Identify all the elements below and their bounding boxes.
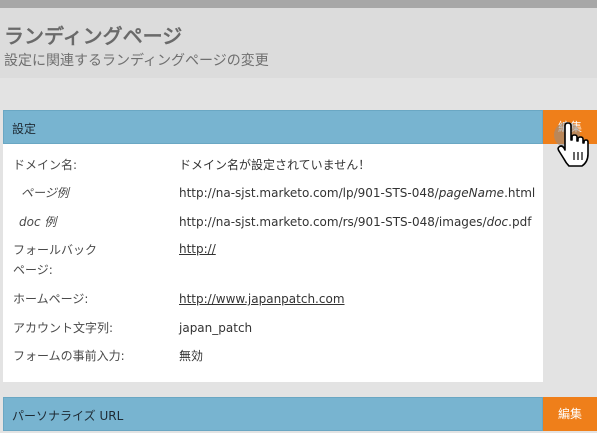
personalize-section-title: パーソナライズ URL xyxy=(12,409,124,423)
form-prefill-label: フォームの事前入力: xyxy=(13,349,125,363)
settings-section-title: 設定 xyxy=(12,122,37,136)
account-string-value: japan_patch xyxy=(179,321,253,335)
top-bar xyxy=(0,0,597,8)
fallback-label: フォールバック ページ: xyxy=(13,243,98,277)
doc-example-label: doc 例 xyxy=(19,215,57,229)
page-example-label: ページ例 xyxy=(21,186,69,200)
settings-section-header: 設定 xyxy=(3,110,543,144)
domain-label: ドメイン名: xyxy=(13,158,78,172)
settings-panel: ドメイン名: ドメイン名が設定されていません！ ページ例 http://na-s… xyxy=(3,144,543,382)
homepage-value[interactable]: http://www.japanpatch.com xyxy=(179,290,345,308)
settings-edit-button[interactable]: 編集 xyxy=(543,110,597,144)
homepage-link[interactable]: http://www.japanpatch.com xyxy=(179,292,345,306)
form-prefill-value: 無効 xyxy=(179,349,204,363)
account-string-label: アカウント文字列: xyxy=(13,321,114,335)
fallback-link[interactable]: http:// xyxy=(179,242,216,256)
page-header: ランディングページ 設定に関連するランディングページの変更 xyxy=(0,8,597,78)
personalize-section-header: パーソナライズ URL xyxy=(3,397,543,431)
doc-example-value: http://na-sjst.marketo.com/rs/901-STS-04… xyxy=(179,215,532,229)
page-example-value: http://na-sjst.marketo.com/lp/901-STS-04… xyxy=(179,186,536,200)
fallback-value[interactable]: http:// xyxy=(179,240,216,258)
page-title: ランディングページ xyxy=(4,24,183,48)
page-subtitle: 設定に関連するランディングページの変更 xyxy=(4,53,269,69)
homepage-label: ホームページ: xyxy=(13,292,89,306)
domain-value: ドメイン名が設定されていません！ xyxy=(179,158,371,172)
personalize-edit-button[interactable]: 編集 xyxy=(543,397,597,431)
